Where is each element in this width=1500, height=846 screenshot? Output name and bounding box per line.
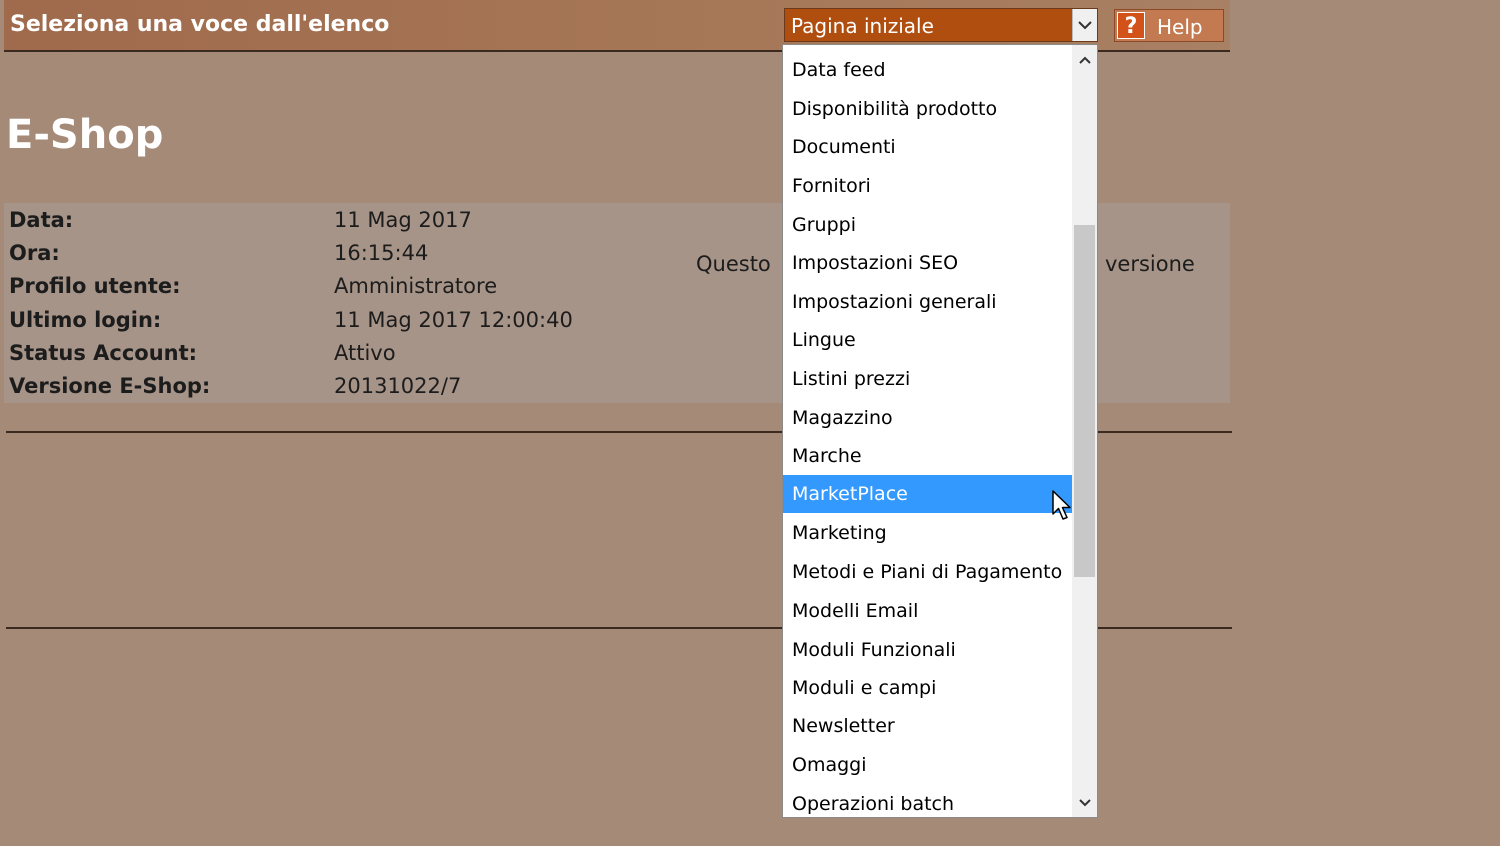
info-value: 20131022/7 [334,374,462,398]
scroll-thumb[interactable] [1074,225,1095,577]
dropdown-option[interactable]: Marketing [783,514,1072,552]
dropdown-option[interactable]: Impostazioni generali [783,283,1072,321]
info-value: Attivo [334,341,396,365]
page-select[interactable]: Pagina iniziale [784,8,1098,42]
dropdown-option[interactable]: Newsletter [783,707,1072,745]
side-text-left: Questo [696,252,771,276]
info-value: 16:15:44 [334,241,429,265]
dropdown-option[interactable]: Operazioni batch [783,785,1072,817]
info-key: Profilo utente: [9,274,181,298]
scroll-down-icon[interactable] [1072,790,1097,815]
dropdown-option[interactable]: Fornitori [783,167,1072,205]
dropdown-option[interactable]: Listini prezzi [783,360,1072,398]
info-row-last-login: Ultimo login: 11 Mag 2017 12:00:40 [9,308,809,338]
info-row-profile: Profilo utente: Amministratore [9,274,809,304]
topbar-title: Seleziona una voce dall'elenco [10,12,390,37]
help-label: Help [1157,15,1203,39]
dropdown-option-highlighted[interactable]: MarketPlace [783,475,1072,513]
info-key: Data: [9,208,74,232]
dropdown-option[interactable]: Documenti [783,128,1072,166]
info-key: Ultimo login: [9,308,162,332]
dropdown-option[interactable]: Metodi e Piani di Pagamento [783,553,1072,591]
scrollbar[interactable] [1072,45,1097,817]
info-value: Amministratore [334,274,498,298]
dropdown-option[interactable]: Moduli Funzionali [783,631,1072,669]
scroll-up-icon[interactable] [1072,47,1097,72]
side-text-right: versione [1105,252,1195,276]
info-key: Versione E-Shop: [9,374,211,398]
dropdown-option[interactable]: Omaggi [783,746,1072,784]
dropdown-list[interactable]: Data feed Disponibilità prodotto Documen… [782,44,1098,818]
dropdown-option[interactable]: Modelli Email [783,592,1072,630]
info-value: 11 Mag 2017 [334,208,472,232]
info-key: Ora: [9,241,60,265]
dropdown-option[interactable]: Impostazioni SEO [783,244,1072,282]
info-row-date: Data: 11 Mag 2017 [9,208,809,238]
info-row-time: Ora: 16:15:44 [9,241,809,271]
dropdown-option[interactable]: Lingue [783,321,1072,359]
info-row-version: Versione E-Shop: 20131022/7 [9,374,809,404]
info-key: Status Account: [9,341,198,365]
select-value: Pagina iniziale [791,14,934,38]
help-button[interactable]: ? Help [1114,9,1224,42]
dropdown-option[interactable]: Marche [783,437,1072,475]
chevron-down-icon[interactable] [1072,9,1097,41]
mouse-pointer-icon [1052,490,1071,520]
dropdown-option[interactable]: Gruppi [783,206,1072,244]
dropdown-option[interactable]: Data feed [783,51,1072,89]
dropdown-option[interactable]: Moduli e campi [783,669,1072,707]
page-title: E-Shop [6,112,164,158]
question-icon: ? [1117,12,1145,39]
dropdown-option[interactable]: Magazzino [783,399,1072,437]
info-value: 11 Mag 2017 12:00:40 [334,308,573,332]
info-row-status: Status Account: Attivo [9,341,809,371]
dropdown-option[interactable]: Disponibilità prodotto [783,90,1072,128]
